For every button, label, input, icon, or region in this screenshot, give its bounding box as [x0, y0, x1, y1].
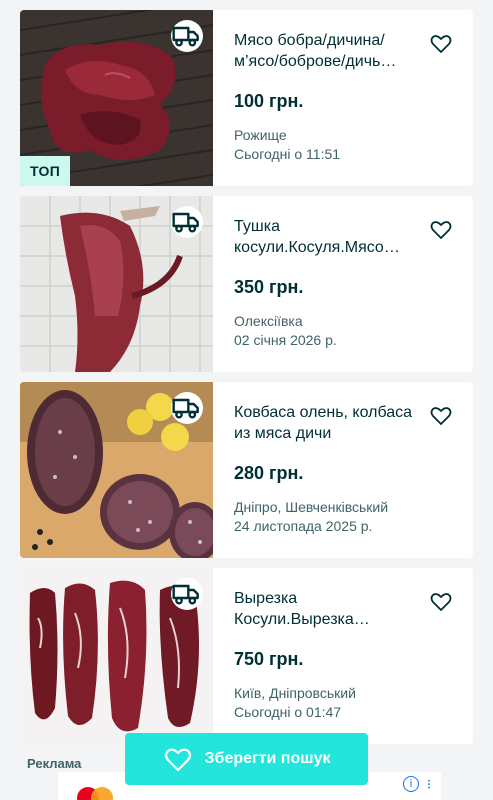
- listing-location: Олексіївка: [234, 313, 303, 329]
- delivery-badge: [171, 206, 203, 238]
- listing-title[interactable]: Вырезка Косули.Вырезка…: [234, 588, 424, 630]
- close-icon[interactable]: ⁝: [421, 774, 437, 794]
- heart-outline-icon[interactable]: [429, 404, 453, 428]
- listing-location: Київ, Дніпровський: [234, 685, 356, 701]
- listing-info: Мясо бобра/дичина/м’ясо/боброве/дичь… 10…: [234, 30, 424, 164]
- listing-date: Сьогодні о 01:47: [234, 704, 342, 720]
- delivery-badge: [171, 20, 203, 52]
- listing-card[interactable]: Ковбаса олень, колбаса из мяса дичи 280 …: [20, 382, 473, 558]
- listing-photo[interactable]: [20, 196, 213, 372]
- listing-card[interactable]: Тушка косули.Косуля.Мясо… 350 грн. Олекс…: [20, 196, 473, 372]
- listing-info: Тушка косули.Косуля.Мясо… 350 грн. Олекс…: [234, 216, 424, 350]
- top-badge: ТОП: [20, 156, 71, 186]
- delivery-badge: [171, 392, 203, 424]
- truck-icon: [172, 584, 199, 605]
- listing-title[interactable]: Ковбаса олень, колбаса из мяса дичи: [234, 402, 424, 444]
- heart-outline-icon[interactable]: [429, 590, 453, 614]
- heart-outline-icon[interactable]: [429, 218, 453, 242]
- save-search-label: Зберегти пошук: [204, 750, 331, 767]
- listing-title[interactable]: Тушка косули.Косуля.Мясо…: [234, 216, 424, 258]
- heart-outline-icon[interactable]: [429, 32, 453, 56]
- listing-date: 24 листопада 2025 р.: [234, 518, 373, 534]
- listing-price: 750 грн.: [234, 649, 304, 669]
- listing-title[interactable]: Мясо бобра/дичина/м’ясо/боброве/дичь…: [234, 30, 424, 72]
- listing-card[interactable]: ТОП Мясо бобра/дичина/м’ясо/боброве/дичь…: [20, 10, 473, 186]
- listing-date: Сьогодні о 11:51: [234, 146, 341, 162]
- heart-outline-icon: [164, 748, 191, 772]
- listing-card[interactable]: Вырезка Косули.Вырезка… 750 грн. Київ, Д…: [20, 568, 473, 744]
- info-icon[interactable]: i: [403, 776, 419, 792]
- truck-icon: [172, 212, 199, 233]
- listing-info: Ковбаса олень, колбаса из мяса дичи 280 …: [234, 402, 424, 536]
- listing-price: 100 грн.: [234, 91, 304, 111]
- listing-info: Вырезка Косули.Вырезка… 750 грн. Київ, Д…: [234, 588, 424, 722]
- save-search-button[interactable]: Зберегти пошук: [125, 733, 368, 785]
- listing-price: 350 грн.: [234, 277, 304, 297]
- ad-label: Реклама: [27, 756, 82, 771]
- truck-icon: [172, 398, 199, 419]
- listing-location: Рожище: [234, 127, 287, 143]
- delivery-badge: [171, 578, 203, 610]
- listing-photo[interactable]: [20, 568, 213, 744]
- listing-photo[interactable]: [20, 382, 213, 558]
- listing-price: 280 грн.: [234, 463, 304, 483]
- listing-photo[interactable]: ТОП: [20, 10, 213, 186]
- ad-logo: [77, 787, 113, 800]
- truck-icon: [172, 26, 199, 47]
- listing-date: 02 січня 2026 р.: [234, 332, 337, 348]
- listing-location: Дніпро, Шевченківський: [234, 499, 389, 515]
